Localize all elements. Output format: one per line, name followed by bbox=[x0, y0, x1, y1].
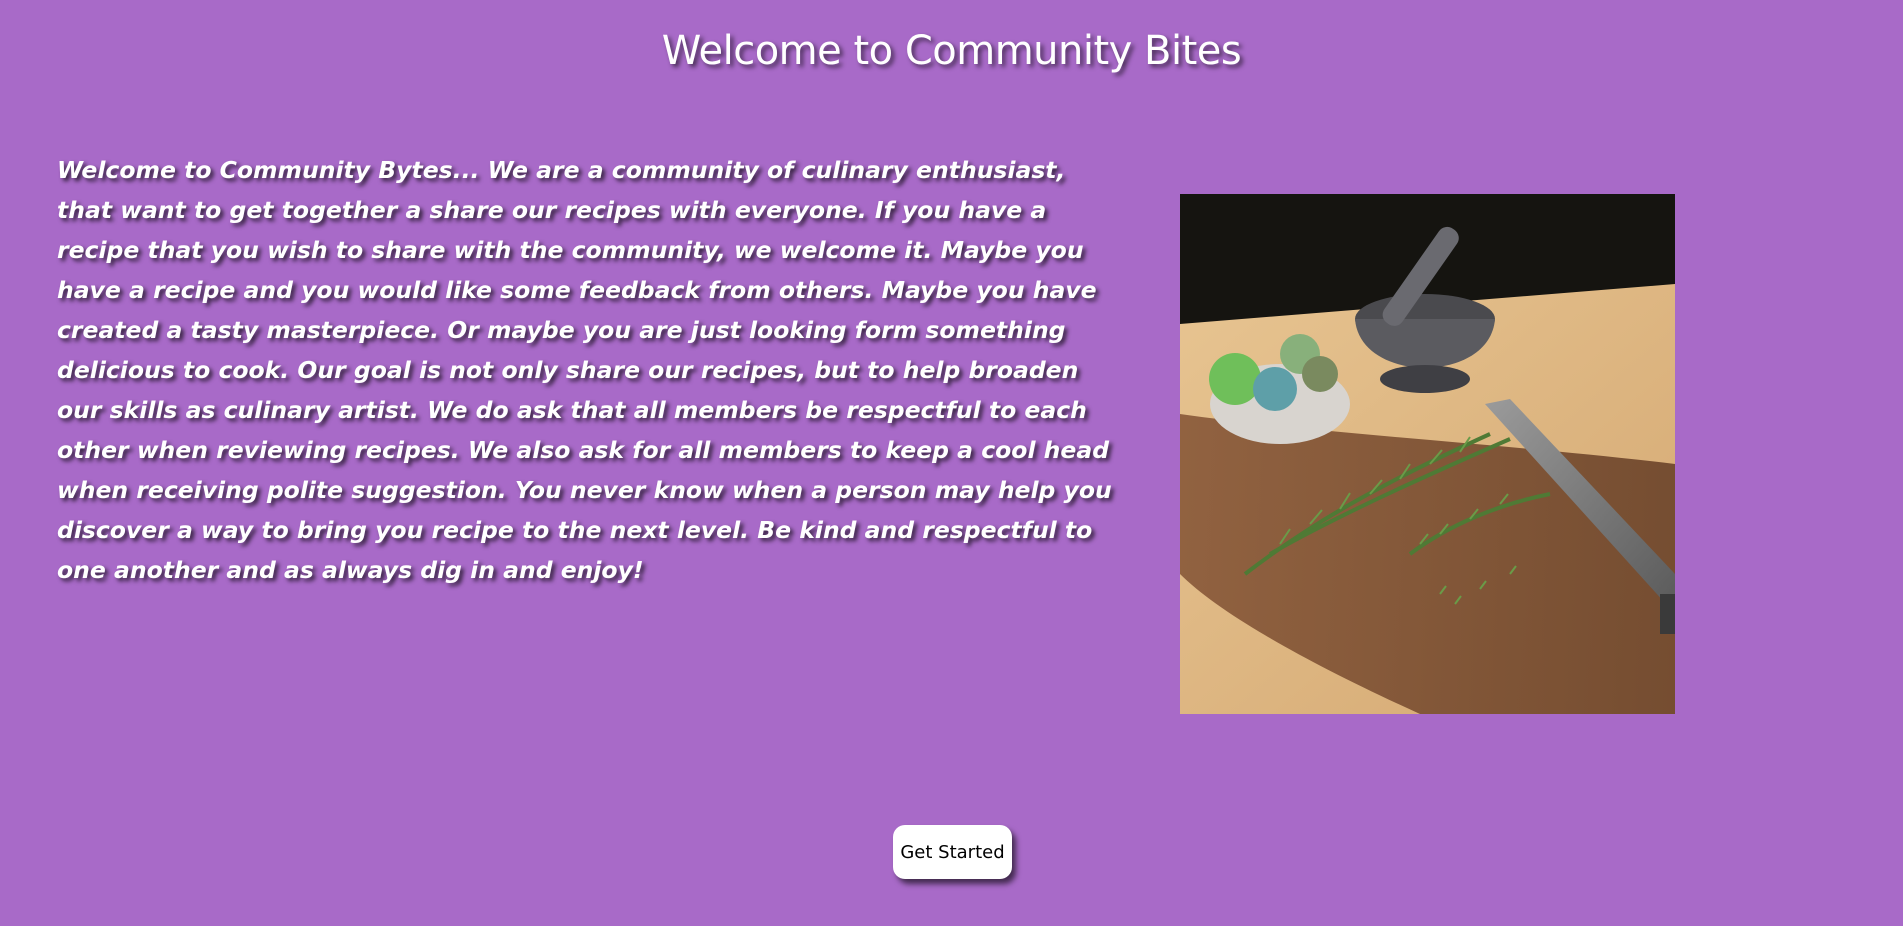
page-title: Welcome to Community Bites bbox=[661, 28, 1242, 74]
hero-image bbox=[1180, 194, 1675, 714]
get-started-button[interactable]: Get Started bbox=[893, 825, 1012, 879]
intro-paragraph: Welcome to Community Bytes... We are a c… bbox=[57, 156, 1112, 584]
